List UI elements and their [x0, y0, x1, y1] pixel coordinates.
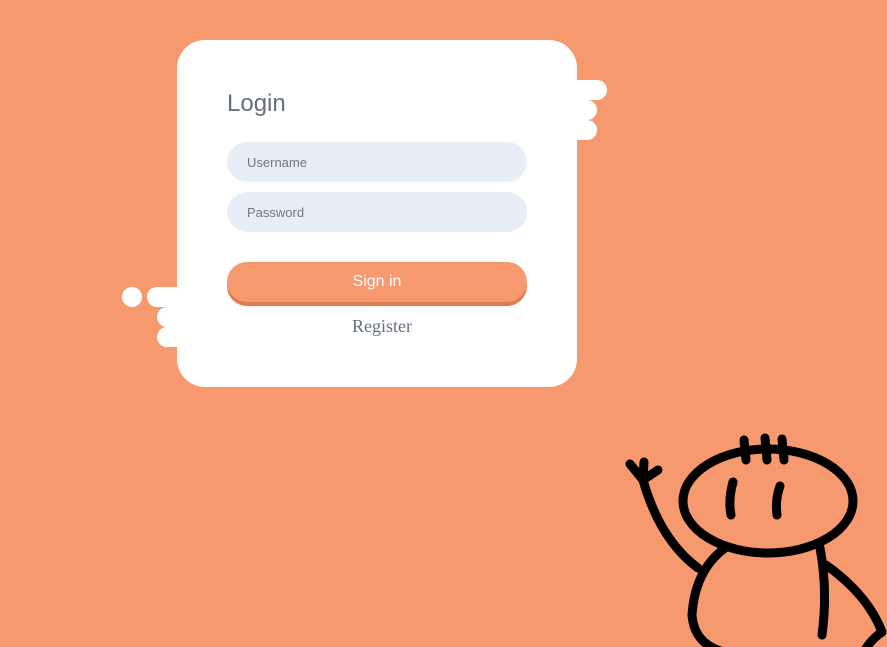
sign-in-button[interactable]: Sign in — [227, 262, 527, 302]
waving-character-icon — [625, 433, 887, 647]
login-title: Login — [227, 90, 286, 117]
decor-dot — [122, 287, 142, 307]
password-input[interactable] — [227, 192, 527, 232]
login-page: Login Sign in Register — [0, 0, 887, 647]
username-input[interactable] — [227, 142, 527, 182]
login-card: Login Sign in Register — [177, 40, 577, 387]
register-link[interactable]: Register — [227, 316, 537, 337]
